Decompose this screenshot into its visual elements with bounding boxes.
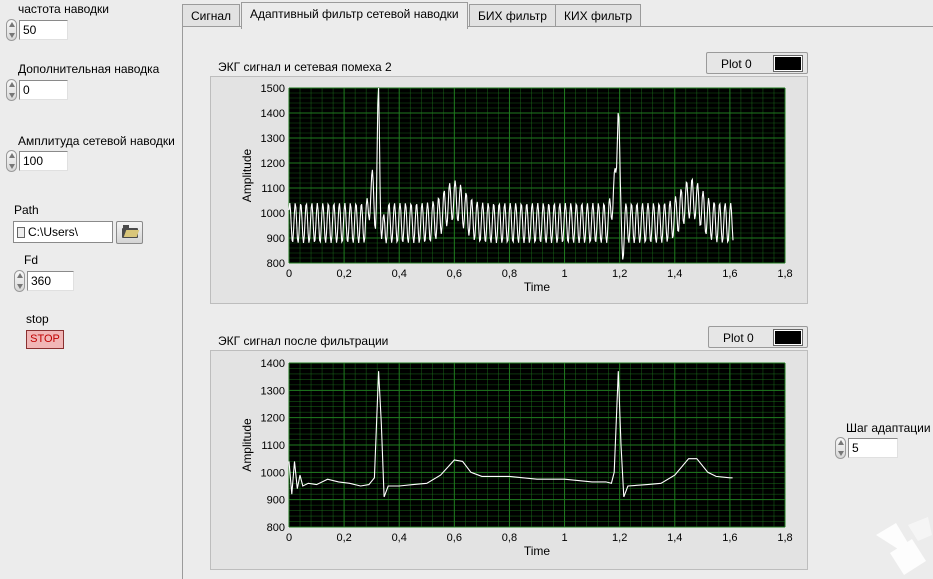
graph1-legend[interactable]: Plot 0 xyxy=(706,52,808,74)
x-axis-label: Time xyxy=(524,544,551,558)
y-tick-label: 900 xyxy=(267,495,285,507)
x-tick-label: 1,2 xyxy=(612,268,627,280)
step-input[interactable]: 5 xyxy=(848,438,898,458)
x-tick-label: 1,6 xyxy=(722,532,737,544)
x-tick-label: 0 xyxy=(286,532,292,544)
y-tick-label: 1200 xyxy=(261,158,285,170)
y-tick-label: 1300 xyxy=(261,133,285,145)
x-axis-label: Time xyxy=(524,280,551,294)
freq-label: частота наводки xyxy=(18,2,109,16)
graph2-frame: 0 0,2 0,4 0,6 0,8 1 1,2 1,4 1,6 1,8 800 900 1000 1100… xyxy=(210,350,808,570)
graph2-legend-label: Plot 0 xyxy=(723,331,754,345)
x-tick-label: 1,2 xyxy=(612,532,627,544)
tab-fir-filter[interactable]: КИХ фильтр xyxy=(555,4,642,27)
x-tick-label: 1,8 xyxy=(777,268,792,280)
x-tick-label: 0,6 xyxy=(447,532,462,544)
stop-button[interactable]: STOP xyxy=(26,330,64,349)
y-tick-label: 1300 xyxy=(261,385,285,397)
y-axis-label: Amplitude xyxy=(240,418,254,472)
step-spinner-icon[interactable] xyxy=(835,437,846,459)
tab-signal[interactable]: Сигнал xyxy=(182,4,241,27)
x-tick-label: 1,4 xyxy=(667,268,682,280)
tab-iir-filter[interactable]: БИХ фильтр xyxy=(469,4,556,27)
legend-swatch-icon xyxy=(773,55,803,72)
amplitude-input[interactable]: 100 xyxy=(19,151,68,171)
freq-spinner-icon[interactable] xyxy=(6,19,17,41)
path-file-icon xyxy=(17,227,25,238)
x-tick-label: 0 xyxy=(286,268,292,280)
stop-label: stop xyxy=(26,312,49,326)
x-tick-label: 0,4 xyxy=(392,268,407,280)
y-tick-label: 1100 xyxy=(261,183,285,195)
y-tick-label: 1000 xyxy=(261,467,285,479)
x-tick-label: 1 xyxy=(561,268,567,280)
amplitude-label: Амплитуда сетевой наводки xyxy=(18,134,175,148)
x-tick-label: 1,4 xyxy=(667,532,682,544)
legend-swatch-icon xyxy=(773,329,803,346)
y-tick-label: 1100 xyxy=(261,440,285,452)
extra-spinner-icon[interactable] xyxy=(6,79,17,101)
y-tick-label: 800 xyxy=(267,522,285,534)
x-tick-label: 0,4 xyxy=(392,532,407,544)
x-tick-label: 1,6 xyxy=(722,268,737,280)
graph1-frame: 0 0,2 0,4 0,6 0,8 1 1,2 1,4 1,6 1,8 800 900 1000 1100… xyxy=(210,76,808,304)
fd-spinner-icon[interactable] xyxy=(14,270,25,292)
y-tick-label: 900 xyxy=(267,233,285,245)
graph2-plot[interactable]: 0 0,2 0,4 0,6 0,8 1 1,2 1,4 1,6 1,8 800 900 1000 1100… xyxy=(211,351,809,571)
x-tick-label: 1 xyxy=(561,532,567,544)
tab-adaptive-filter[interactable]: Адаптивный фильтр сетевой наводки xyxy=(241,2,468,29)
x-tick-label: 0,2 xyxy=(336,268,351,280)
graph2-title: ЭКГ сигнал после фильтрации xyxy=(218,334,389,348)
folder-icon xyxy=(122,225,138,238)
graph1-plot[interactable]: 0 0,2 0,4 0,6 0,8 1 1,2 1,4 1,6 1,8 800 900 1000 1100… xyxy=(211,77,809,305)
x-tick-label: 0,6 xyxy=(447,268,462,280)
fd-label: Fd xyxy=(24,253,39,267)
path-field[interactable]: C:\Users\ xyxy=(13,221,113,243)
y-tick-label: 800 xyxy=(267,258,285,270)
y-tick-label: 1400 xyxy=(261,358,285,370)
y-tick-label: 1500 xyxy=(261,83,285,95)
path-value: C:\Users\ xyxy=(28,225,79,239)
fd-input[interactable]: 360 xyxy=(27,271,74,291)
y-tick-label: 1000 xyxy=(261,208,285,220)
y-axis-label: Amplitude xyxy=(240,149,254,203)
freq-input[interactable]: 50 xyxy=(19,20,68,40)
browse-button[interactable] xyxy=(116,221,143,244)
step-label: Шаг адаптации xyxy=(846,421,931,435)
graph1-title: ЭКГ сигнал и сетевая помеха 2 xyxy=(218,60,392,74)
x-tick-label: 0,2 xyxy=(336,532,351,544)
ni-logo-icon xyxy=(876,517,932,575)
x-tick-label: 0,8 xyxy=(502,532,517,544)
y-tick-label: 1200 xyxy=(261,413,285,425)
x-tick-label: 0,8 xyxy=(502,268,517,280)
extra-noise-label: Дополнительная наводка xyxy=(18,62,160,76)
amplitude-spinner-icon[interactable] xyxy=(6,150,17,172)
x-tick-label: 1,8 xyxy=(777,532,792,544)
y-tick-label: 1400 xyxy=(261,108,285,120)
path-label: Path xyxy=(14,203,39,217)
graph1-legend-label: Plot 0 xyxy=(721,57,752,71)
extra-noise-input[interactable]: 0 xyxy=(19,80,68,100)
graph2-legend[interactable]: Plot 0 xyxy=(708,326,808,348)
